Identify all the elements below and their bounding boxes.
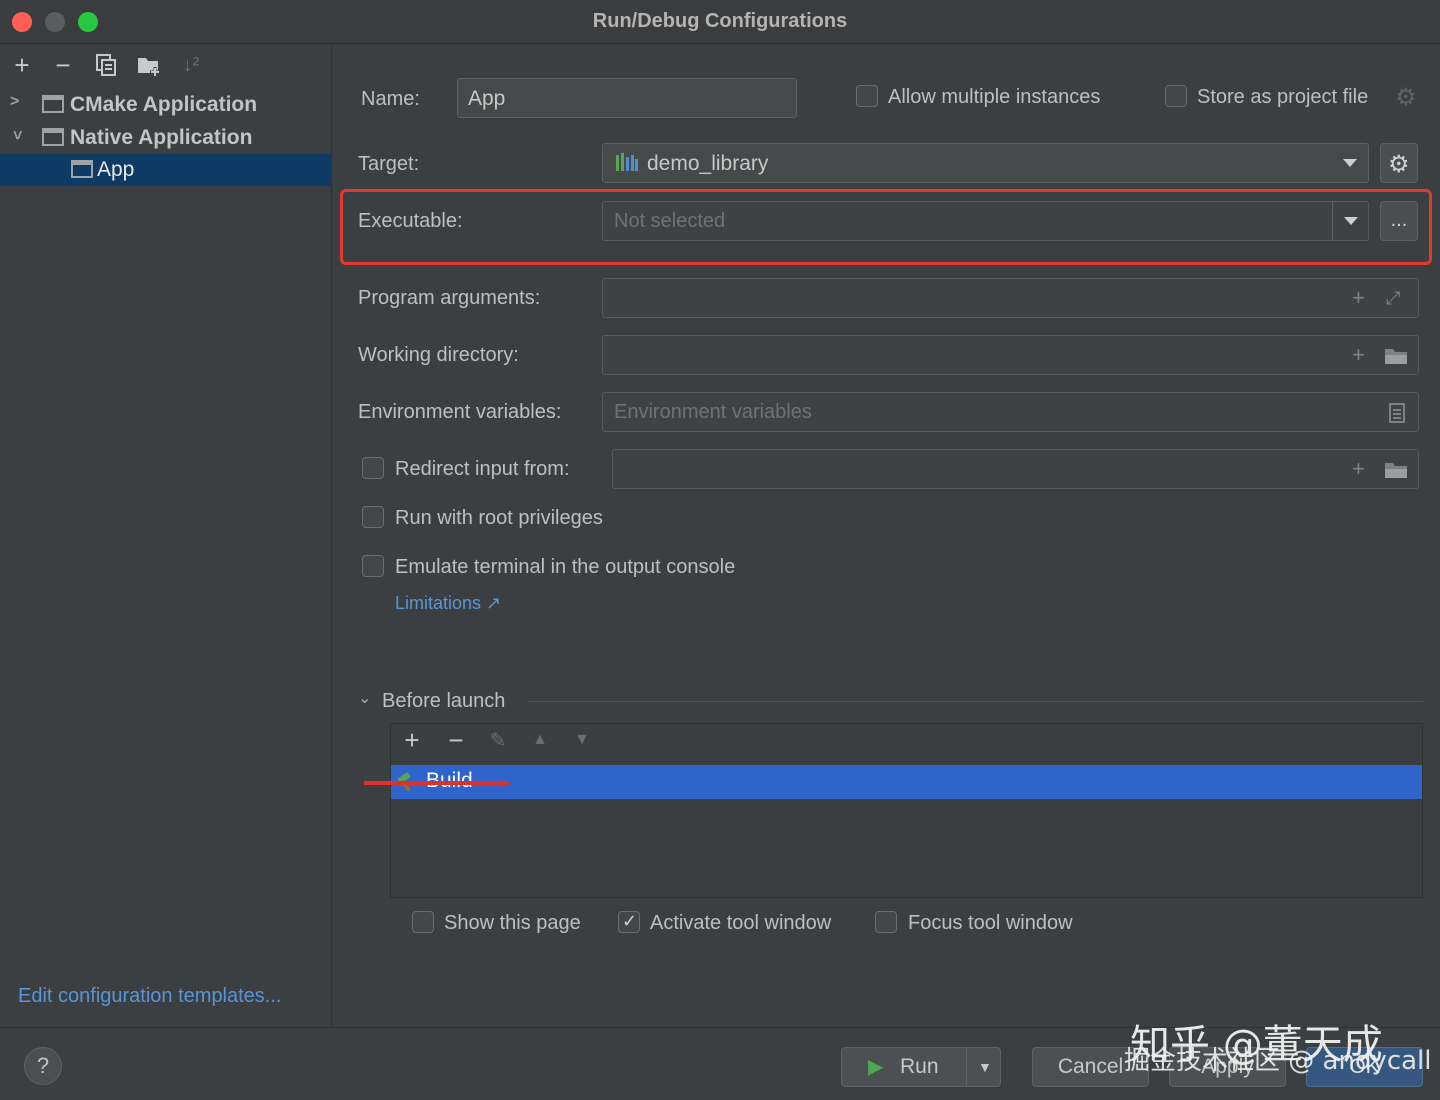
edit-configuration-templates-link[interactable]: Edit configuration templates... [18,985,281,1008]
add-icon[interactable]: + [399,727,425,754]
document-icon[interactable] [1389,403,1405,429]
before-launch-item-build[interactable]: Build [391,765,1422,799]
remove-icon[interactable]: − [443,727,469,754]
activate-tool-window-label: Activate tool window [650,912,832,934]
title-bar: Run/Debug Configurations [0,0,1440,44]
working-directory-input[interactable]: + [602,335,1419,375]
chevron-right-icon[interactable]: > [10,93,19,111]
tree-item-cmake-application[interactable]: > CMake Application [0,89,332,121]
name-input[interactable]: App [457,78,797,118]
sort-icon[interactable]: ↓² [178,53,204,79]
new-folder-icon[interactable] [136,53,162,79]
expand-icon[interactable]: ⤢ [1386,287,1400,309]
remove-icon[interactable]: − [50,52,76,79]
configuration-type-icon [42,95,64,113]
before-launch-panel: + − ✎ ▲ ▼ Build [390,723,1423,898]
focus-tool-window-label: Focus tool window [908,912,1073,934]
configurations-sidebar: + − ↓² > CMake Application > Native Appl… [0,45,332,1027]
target-value: demo_library [647,152,769,175]
copy-icon[interactable] [93,53,119,79]
library-icon [615,153,639,179]
tree-item-app[interactable]: App [0,154,332,186]
gear-icon: ⚙ [1388,151,1410,178]
redirect-input-label: Redirect input from: [395,458,570,480]
environment-variables-input[interactable]: Environment variables [602,392,1419,432]
plus-icon[interactable]: + [1352,458,1365,480]
dropdown-arrow-icon[interactable] [1332,202,1368,240]
name-value: App [468,87,506,110]
window-title: Run/Debug Configurations [592,10,848,32]
move-up-icon[interactable]: ▲ [527,728,553,754]
show-this-page-label: Show this page [444,912,581,934]
redirect-input-field[interactable]: + [612,449,1419,489]
target-settings-button[interactable]: ⚙ [1380,143,1418,183]
folder-icon[interactable] [1384,346,1408,372]
focus-tool-window-checkbox[interactable] [875,911,897,933]
program-arguments-label: Program arguments: [358,287,541,309]
root-privileges-label: Run with root privileges [395,507,603,529]
root-privileges-checkbox[interactable] [362,506,384,528]
allow-multiple-instances-label: Allow multiple instances [888,86,1101,108]
activate-tool-window-checkbox[interactable] [618,911,640,933]
configuration-form: Name: App Allow multiple instances Store… [333,45,1440,1027]
run-button-label: Run [900,1055,939,1078]
redirect-input-checkbox[interactable] [362,457,384,479]
show-this-page-checkbox[interactable] [412,911,434,933]
run-button[interactable]: ▶ Run ▼ [841,1047,1001,1087]
plus-icon[interactable]: + [1352,344,1365,366]
configuration-type-icon [42,128,64,146]
help-button[interactable]: ? [24,1047,62,1085]
tree-item-label: Native Application [70,126,253,149]
allow-multiple-instances-checkbox[interactable] [856,85,878,107]
executable-value: Not selected [614,210,726,232]
sidebar-toolbar: + − ↓² [0,45,332,87]
chevron-down-icon[interactable]: ⌄ [358,688,371,708]
add-icon[interactable]: + [9,52,35,79]
store-as-project-file-checkbox[interactable] [1165,85,1187,107]
emulate-terminal-label: Emulate terminal in the output console [395,556,736,578]
edit-icon[interactable]: ✎ [485,729,511,755]
store-as-project-file-label: Store as project file [1197,86,1369,108]
target-select[interactable]: demo_library [602,143,1369,183]
watermark-juejin: 掘金技术社区 @ andycall [1124,1046,1432,1076]
move-down-icon[interactable]: ▼ [569,728,595,754]
working-directory-label: Working directory: [358,344,519,366]
tree-item-label: CMake Application [70,93,258,116]
configuration-icon [71,160,93,178]
split-divider [966,1048,967,1086]
executable-select[interactable]: Not selected [602,201,1369,241]
dropdown-arrow-icon[interactable] [1332,144,1368,182]
environment-variables-placeholder: Environment variables [614,401,812,423]
tree-item-native-application[interactable]: > Native Application [0,122,332,154]
before-launch-title[interactable]: Before launch [382,690,505,713]
limitations-link[interactable]: Limitations ↗ [395,593,501,614]
tree-item-label: App [97,158,135,181]
build-hammer-icon [395,771,417,799]
name-label: Name: [361,88,420,110]
strike-annotation [364,781,509,785]
gear-icon[interactable]: ⚙ [1395,83,1417,112]
environment-variables-label: Environment variables: [358,401,562,423]
executable-label: Executable: [358,210,463,232]
target-label: Target: [358,153,420,175]
plus-icon[interactable]: + [1352,287,1365,309]
program-arguments-input[interactable]: + ⤢ [602,278,1419,318]
chevron-down-icon[interactable]: > [8,130,26,139]
executable-browse-button[interactable]: ... [1380,201,1418,241]
play-icon: ▶ [868,1056,884,1078]
section-divider [528,701,1423,702]
chevron-down-icon[interactable]: ▼ [978,1048,992,1086]
folder-icon[interactable] [1384,460,1408,486]
emulate-terminal-checkbox[interactable] [362,555,384,577]
